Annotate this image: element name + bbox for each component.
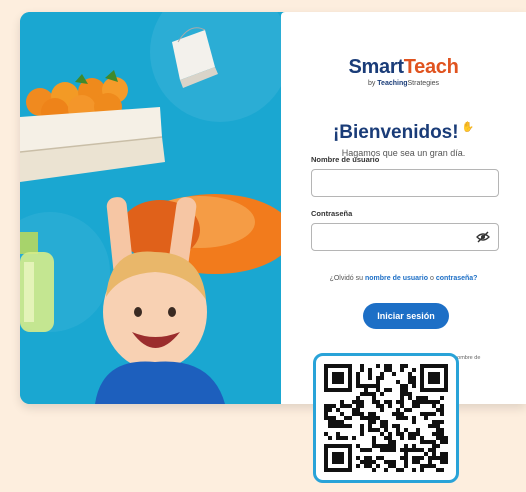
brand-name-part2: Teach — [403, 56, 459, 78]
forgot-conj: o — [429, 275, 434, 282]
hero-photo — [20, 12, 290, 404]
waving-hand-icon: ✋ — [461, 122, 475, 133]
brand-company-bold: Teaching — [377, 80, 408, 87]
welcome-title: ¡Bienvenidos! — [332, 122, 459, 143]
forgot-prefix: ¿Olvidó su — [329, 275, 364, 282]
brand-by: by — [367, 80, 376, 87]
qr-code-card — [313, 353, 459, 483]
eye-slash-icon[interactable] — [476, 230, 490, 244]
forgot-password-link[interactable]: contraseña? — [436, 275, 478, 282]
password-field[interactable] — [311, 223, 499, 251]
username-label: Nombre de usuario — [311, 155, 380, 164]
login-button[interactable]: Iniciar sesión — [363, 303, 449, 329]
brand-company-rest: Strategies — [407, 80, 440, 87]
brand-logo: SmartTeach by TeachingStrategies — [281, 56, 526, 87]
welcome-heading: ¡Bienvenidos! ✋ — [281, 122, 526, 144]
username-field[interactable] — [311, 169, 499, 197]
password-label: Contraseña — [311, 209, 353, 218]
forgot-username-link[interactable]: nombre de usuario — [365, 275, 428, 282]
brand-name-part1: Smart — [348, 56, 404, 78]
forgot-credentials: ¿Olvidó su nombre de usuario o contraseñ… — [281, 275, 526, 282]
qr-code — [324, 364, 448, 472]
login-panel: SmartTeach by TeachingStrategies ¡Bienve… — [281, 12, 526, 404]
